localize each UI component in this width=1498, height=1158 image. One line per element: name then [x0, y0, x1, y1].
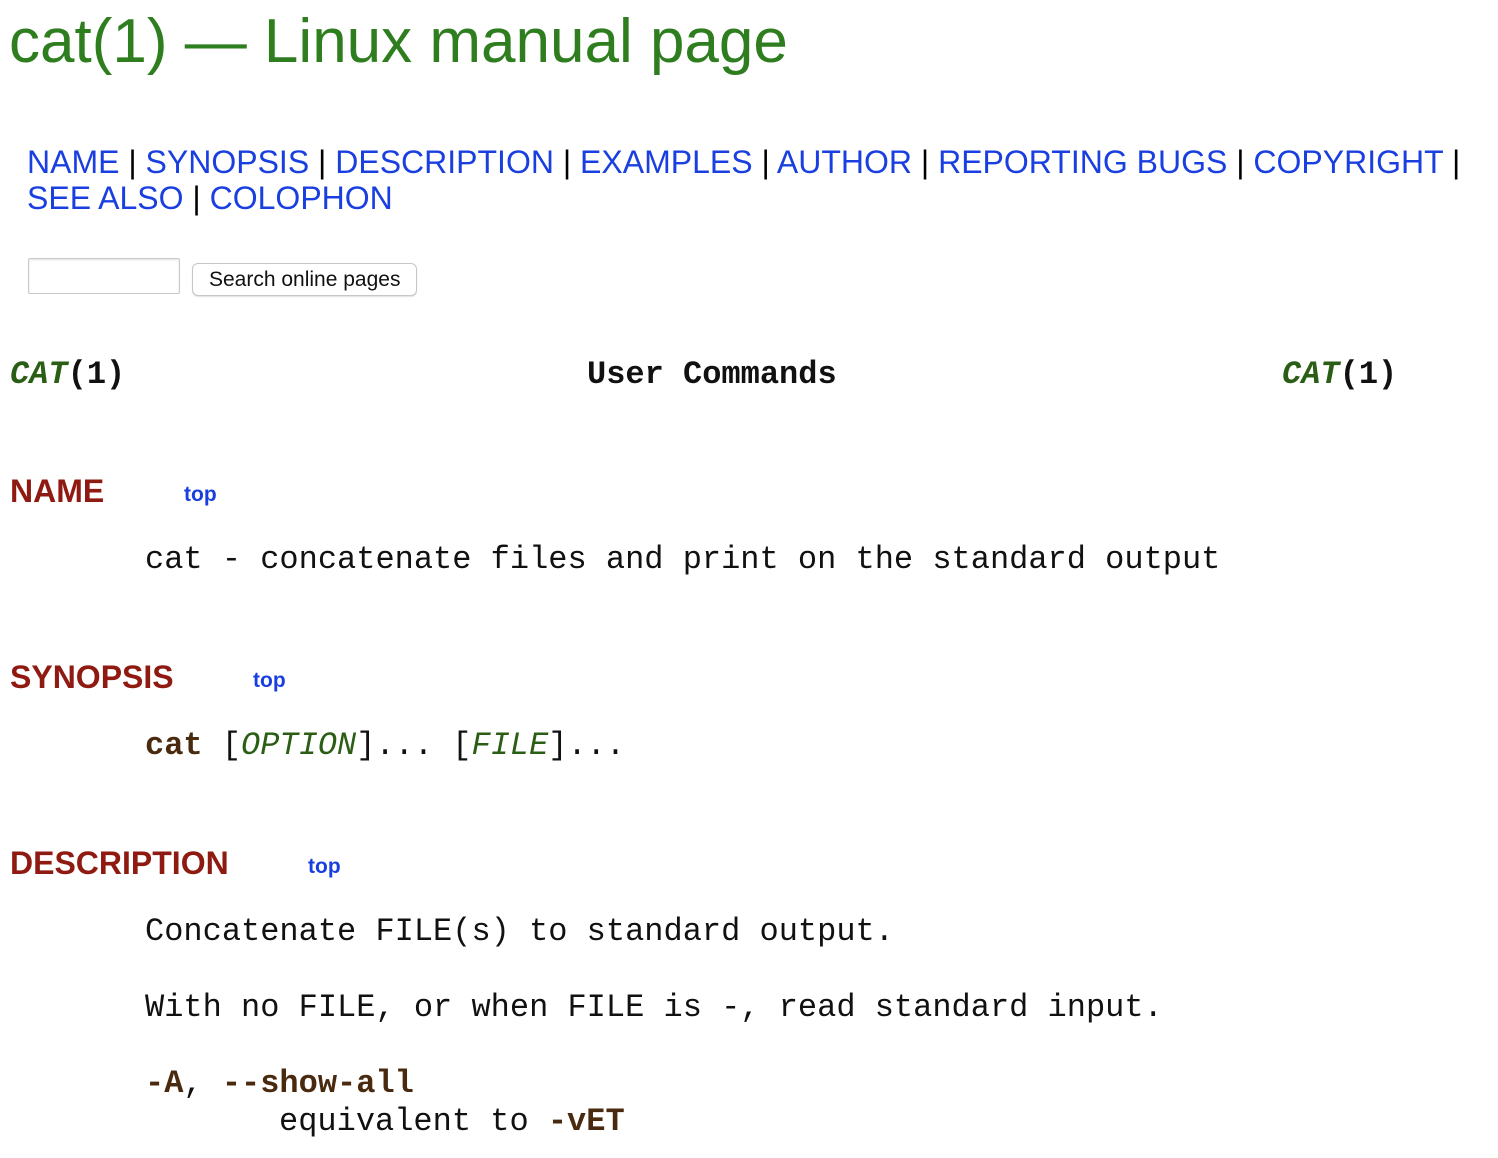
option-desc-text: equivalent to: [279, 1103, 548, 1140]
nav-separator: |: [318, 144, 327, 180]
synopsis-arg-file: FILE: [471, 727, 549, 764]
option-show-all-description: equivalent to -vET: [279, 1103, 625, 1141]
nav-link-examples[interactable]: EXAMPLES: [580, 144, 753, 180]
nav-separator: |: [1451, 144, 1461, 180]
synopsis-bracket-close: ]...: [548, 727, 626, 764]
synopsis-arg-option: OPTION: [241, 727, 357, 764]
option-long-flag: --show-all: [221, 1065, 414, 1102]
option-separator: ,: [183, 1065, 222, 1102]
synopsis-bracket-open: [: [202, 727, 242, 764]
synopsis-line: cat [OPTION]... [FILE]...: [145, 727, 625, 765]
name-description: cat - concatenate files and print on the…: [145, 541, 1221, 578]
page-title: cat(1) — Linux manual page: [9, 7, 788, 76]
nav-separator: |: [128, 144, 137, 180]
top-link-synopsis[interactable]: top: [253, 669, 286, 693]
option-desc-flag: -vET: [547, 1103, 625, 1140]
nav-link-colophon[interactable]: COLOPHON: [210, 180, 393, 216]
man-header-left-name: CAT: [10, 356, 68, 393]
synopsis-command: cat: [145, 727, 203, 764]
section-nav: NAME | SYNOPSIS | DESCRIPTION | EXAMPLES…: [27, 144, 1467, 216]
man-header-center: User Commands: [587, 356, 837, 393]
nav-link-author[interactable]: AUTHOR: [777, 144, 912, 180]
nav-separator: |: [1236, 144, 1245, 180]
man-header-right-name: CAT: [1282, 356, 1340, 393]
description-paragraph-1: Concatenate FILE(s) to standard output.: [145, 913, 894, 950]
nav-link-reporting-bugs[interactable]: REPORTING BUGS: [938, 144, 1227, 180]
nav-link-copyright[interactable]: COPYRIGHT: [1253, 144, 1443, 180]
nav-separator: |: [761, 144, 770, 180]
section-heading-description: DESCRIPTION: [10, 845, 229, 881]
nav-link-name[interactable]: NAME: [27, 144, 119, 180]
section-heading-synopsis: SYNOPSIS: [10, 659, 174, 695]
option-show-all: -A, --show-all: [145, 1065, 414, 1103]
nav-separator: |: [192, 180, 201, 216]
man-header-right-section: (1): [1339, 356, 1398, 393]
nav-link-synopsis[interactable]: SYNOPSIS: [146, 144, 310, 180]
nav-separator: |: [920, 144, 930, 180]
synopsis-bracket-mid: ]... [: [356, 727, 472, 764]
search-input[interactable]: [28, 258, 180, 294]
top-link-name[interactable]: top: [184, 483, 217, 507]
top-link-description[interactable]: top: [308, 855, 341, 879]
nav-link-see-also[interactable]: SEE ALSO: [27, 180, 184, 216]
man-header-right: CAT(1): [1282, 356, 1397, 394]
description-paragraph-2: With no FILE, or when FILE is -, read st…: [145, 989, 1163, 1026]
nav-link-description[interactable]: DESCRIPTION: [335, 144, 554, 180]
nav-separator: |: [562, 144, 572, 180]
man-header-left: CAT(1): [10, 356, 125, 394]
option-short-flag: -A: [145, 1065, 184, 1102]
section-heading-name: NAME: [10, 473, 105, 509]
man-header-left-section: (1): [67, 356, 126, 393]
search-online-pages-button[interactable]: Search online pages: [192, 263, 418, 296]
